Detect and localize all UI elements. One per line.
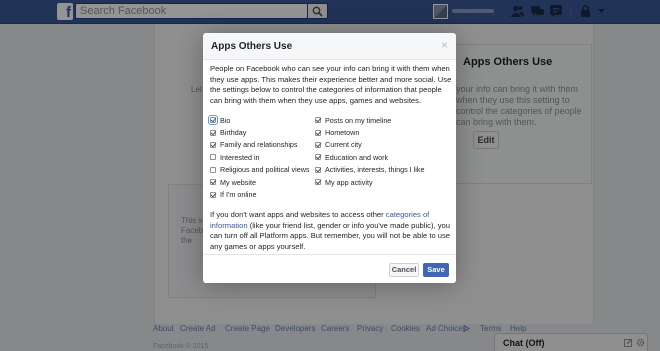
checkbox[interactable] <box>210 166 216 173</box>
checkbox[interactable] <box>210 141 216 148</box>
option-label: Religious and political views <box>220 165 310 175</box>
checkbox[interactable] <box>210 154 216 161</box>
option-label: Current city <box>325 140 362 150</box>
option-if-online[interactable]: If I'm online <box>210 188 310 200</box>
checkbox[interactable] <box>210 191 216 198</box>
option-hometown[interactable]: Hometown <box>315 126 424 138</box>
option-label: Birthday <box>220 128 247 138</box>
option-label: Bio <box>220 115 231 125</box>
checkbox[interactable] <box>315 141 321 148</box>
option-label: Posts on my timeline <box>325 115 392 125</box>
option-app-activity[interactable]: My app activity <box>315 176 424 188</box>
cancel-button[interactable]: Cancel <box>389 263 419 277</box>
option-label: Education and work <box>325 152 389 162</box>
checkbox[interactable] <box>315 129 321 136</box>
dialog-title: Apps Others Use <box>211 41 293 52</box>
checkbox[interactable] <box>210 179 216 186</box>
checkbox[interactable] <box>315 154 321 161</box>
option-birthday[interactable]: Birthday <box>210 126 310 138</box>
checkbox-list-right: Posts on my timeline Hometown Current ci… <box>315 114 424 188</box>
checkbox-list-left: Bio Birthday Family and relationships In… <box>208 114 310 201</box>
checkbox[interactable] <box>315 166 321 173</box>
option-education-work[interactable]: Education and work <box>315 151 424 163</box>
dialog-intro: People on Facebook who can see your info… <box>210 64 452 105</box>
option-family[interactable]: Family and relationships <box>210 139 310 151</box>
option-posts-timeline[interactable]: Posts on my timeline <box>315 114 424 126</box>
dialog-footer: Cancel Save <box>203 254 456 283</box>
option-current-city[interactable]: Current city <box>315 139 424 151</box>
save-button[interactable]: Save <box>423 263 449 277</box>
option-label: My website <box>220 177 256 187</box>
option-label: Activities, interests, things I like <box>325 165 425 175</box>
option-label: My app activity <box>325 177 373 187</box>
close-icon[interactable]: × <box>441 39 451 51</box>
option-label: Family and relationships <box>220 140 298 150</box>
checkbox[interactable] <box>210 129 216 136</box>
dialog-header: Apps Others Use × <box>203 33 456 60</box>
checkbox[interactable] <box>315 117 321 124</box>
checkbox[interactable] <box>315 179 321 186</box>
apps-others-use-dialog: Apps Others Use × People on Facebook who… <box>203 33 456 283</box>
option-religious-political[interactable]: Religious and political views <box>210 164 310 176</box>
option-interested-in[interactable]: Interested in <box>210 151 310 163</box>
option-label: Hometown <box>325 128 360 138</box>
option-label: Interested in <box>220 152 260 162</box>
note-text: If you don't want apps and websites to a… <box>210 210 386 219</box>
option-activities-interests[interactable]: Activities, interests, things I like <box>315 164 424 176</box>
option-label: If I'm online <box>220 190 257 200</box>
checkbox[interactable] <box>208 115 218 126</box>
dialog-platform-note: If you don't want apps and websites to a… <box>210 210 452 252</box>
option-my-website[interactable]: My website <box>210 176 310 188</box>
option-bio[interactable]: Bio <box>208 114 310 126</box>
